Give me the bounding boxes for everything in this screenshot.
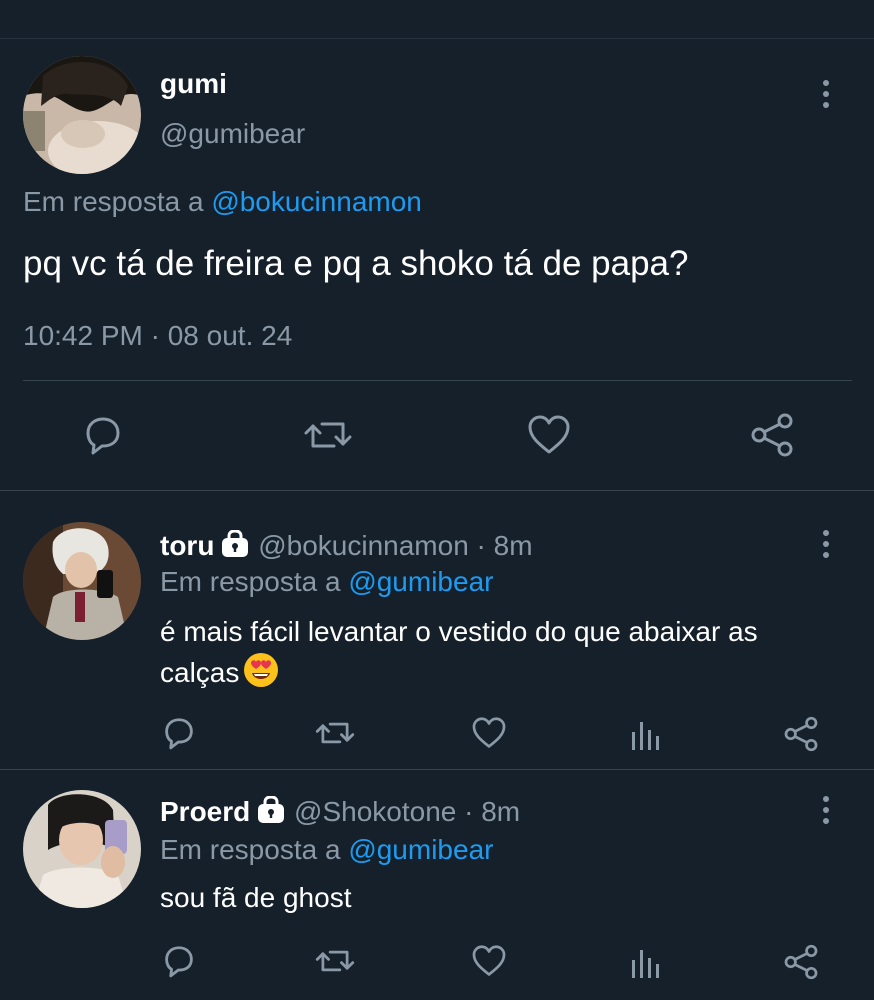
reply-text: sou fã de ghost bbox=[160, 882, 352, 913]
avatar[interactable] bbox=[23, 56, 141, 174]
stats-icon[interactable] bbox=[628, 944, 662, 980]
retweet-icon[interactable] bbox=[314, 714, 356, 752]
tweet-text: pq vc tá de freira e pq a shoko tá de pa… bbox=[23, 244, 689, 283]
reply-context: Em resposta a @gumibear bbox=[160, 834, 493, 866]
author-name[interactable]: Proerd bbox=[160, 796, 250, 827]
retweet-icon[interactable] bbox=[302, 412, 354, 458]
reply-icon[interactable] bbox=[160, 714, 198, 752]
reply-to-mention[interactable]: @gumibear bbox=[348, 566, 493, 597]
author-name[interactable]: gumi bbox=[160, 68, 227, 100]
reply-icon[interactable] bbox=[160, 942, 198, 980]
like-icon[interactable] bbox=[470, 714, 508, 752]
like-icon[interactable] bbox=[470, 942, 508, 980]
reply-context: Em resposta a @bokucinnamon bbox=[23, 186, 422, 218]
heart-eyes-emoji bbox=[243, 652, 279, 695]
retweet-icon[interactable] bbox=[314, 942, 356, 980]
avatar[interactable] bbox=[23, 790, 141, 908]
reply-text-line2: calças bbox=[160, 652, 279, 695]
reply-to-mention[interactable]: @bokucinnamon bbox=[211, 186, 422, 217]
reply-time: · 8m bbox=[464, 796, 521, 827]
top-bar bbox=[0, 0, 874, 39]
reply-header: toru @bokucinnamon · 8m bbox=[160, 529, 533, 565]
divider bbox=[23, 380, 852, 381]
reply-context: Em resposta a @gumibear bbox=[160, 566, 493, 598]
reply-to-mention[interactable]: @gumibear bbox=[348, 834, 493, 865]
reply-text-continued: calças bbox=[160, 657, 240, 688]
share-icon[interactable] bbox=[782, 714, 820, 754]
reply-header: Proerd @Shokotone · 8m bbox=[160, 795, 521, 831]
more-options-icon[interactable] bbox=[816, 790, 836, 830]
author-handle[interactable]: @bokucinnamon bbox=[258, 530, 469, 561]
lock-icon bbox=[256, 795, 286, 831]
reply-text: é mais fácil levantar o vestido do que a… bbox=[160, 616, 758, 647]
reply-time: · 8m bbox=[476, 530, 533, 561]
stats-icon[interactable] bbox=[628, 716, 662, 752]
author-name[interactable]: toru bbox=[160, 530, 214, 561]
share-icon[interactable] bbox=[748, 410, 796, 460]
more-options-icon[interactable] bbox=[816, 524, 836, 564]
more-options-icon[interactable] bbox=[816, 74, 836, 114]
lock-icon bbox=[220, 529, 250, 565]
tweet-timestamp[interactable]: 10:42 PM · 08 out. 24 bbox=[23, 320, 292, 352]
reply-prefix: Em resposta a bbox=[23, 186, 204, 217]
share-icon[interactable] bbox=[782, 942, 820, 982]
author-handle[interactable]: @Shokotone bbox=[294, 796, 456, 827]
reply-prefix: Em resposta a bbox=[160, 834, 341, 865]
divider bbox=[0, 490, 874, 491]
author-handle[interactable]: @gumibear bbox=[160, 118, 305, 150]
divider bbox=[0, 769, 874, 770]
like-icon[interactable] bbox=[525, 412, 573, 458]
reply-icon[interactable] bbox=[80, 412, 126, 458]
reply-prefix: Em resposta a bbox=[160, 566, 341, 597]
avatar[interactable] bbox=[23, 522, 141, 640]
